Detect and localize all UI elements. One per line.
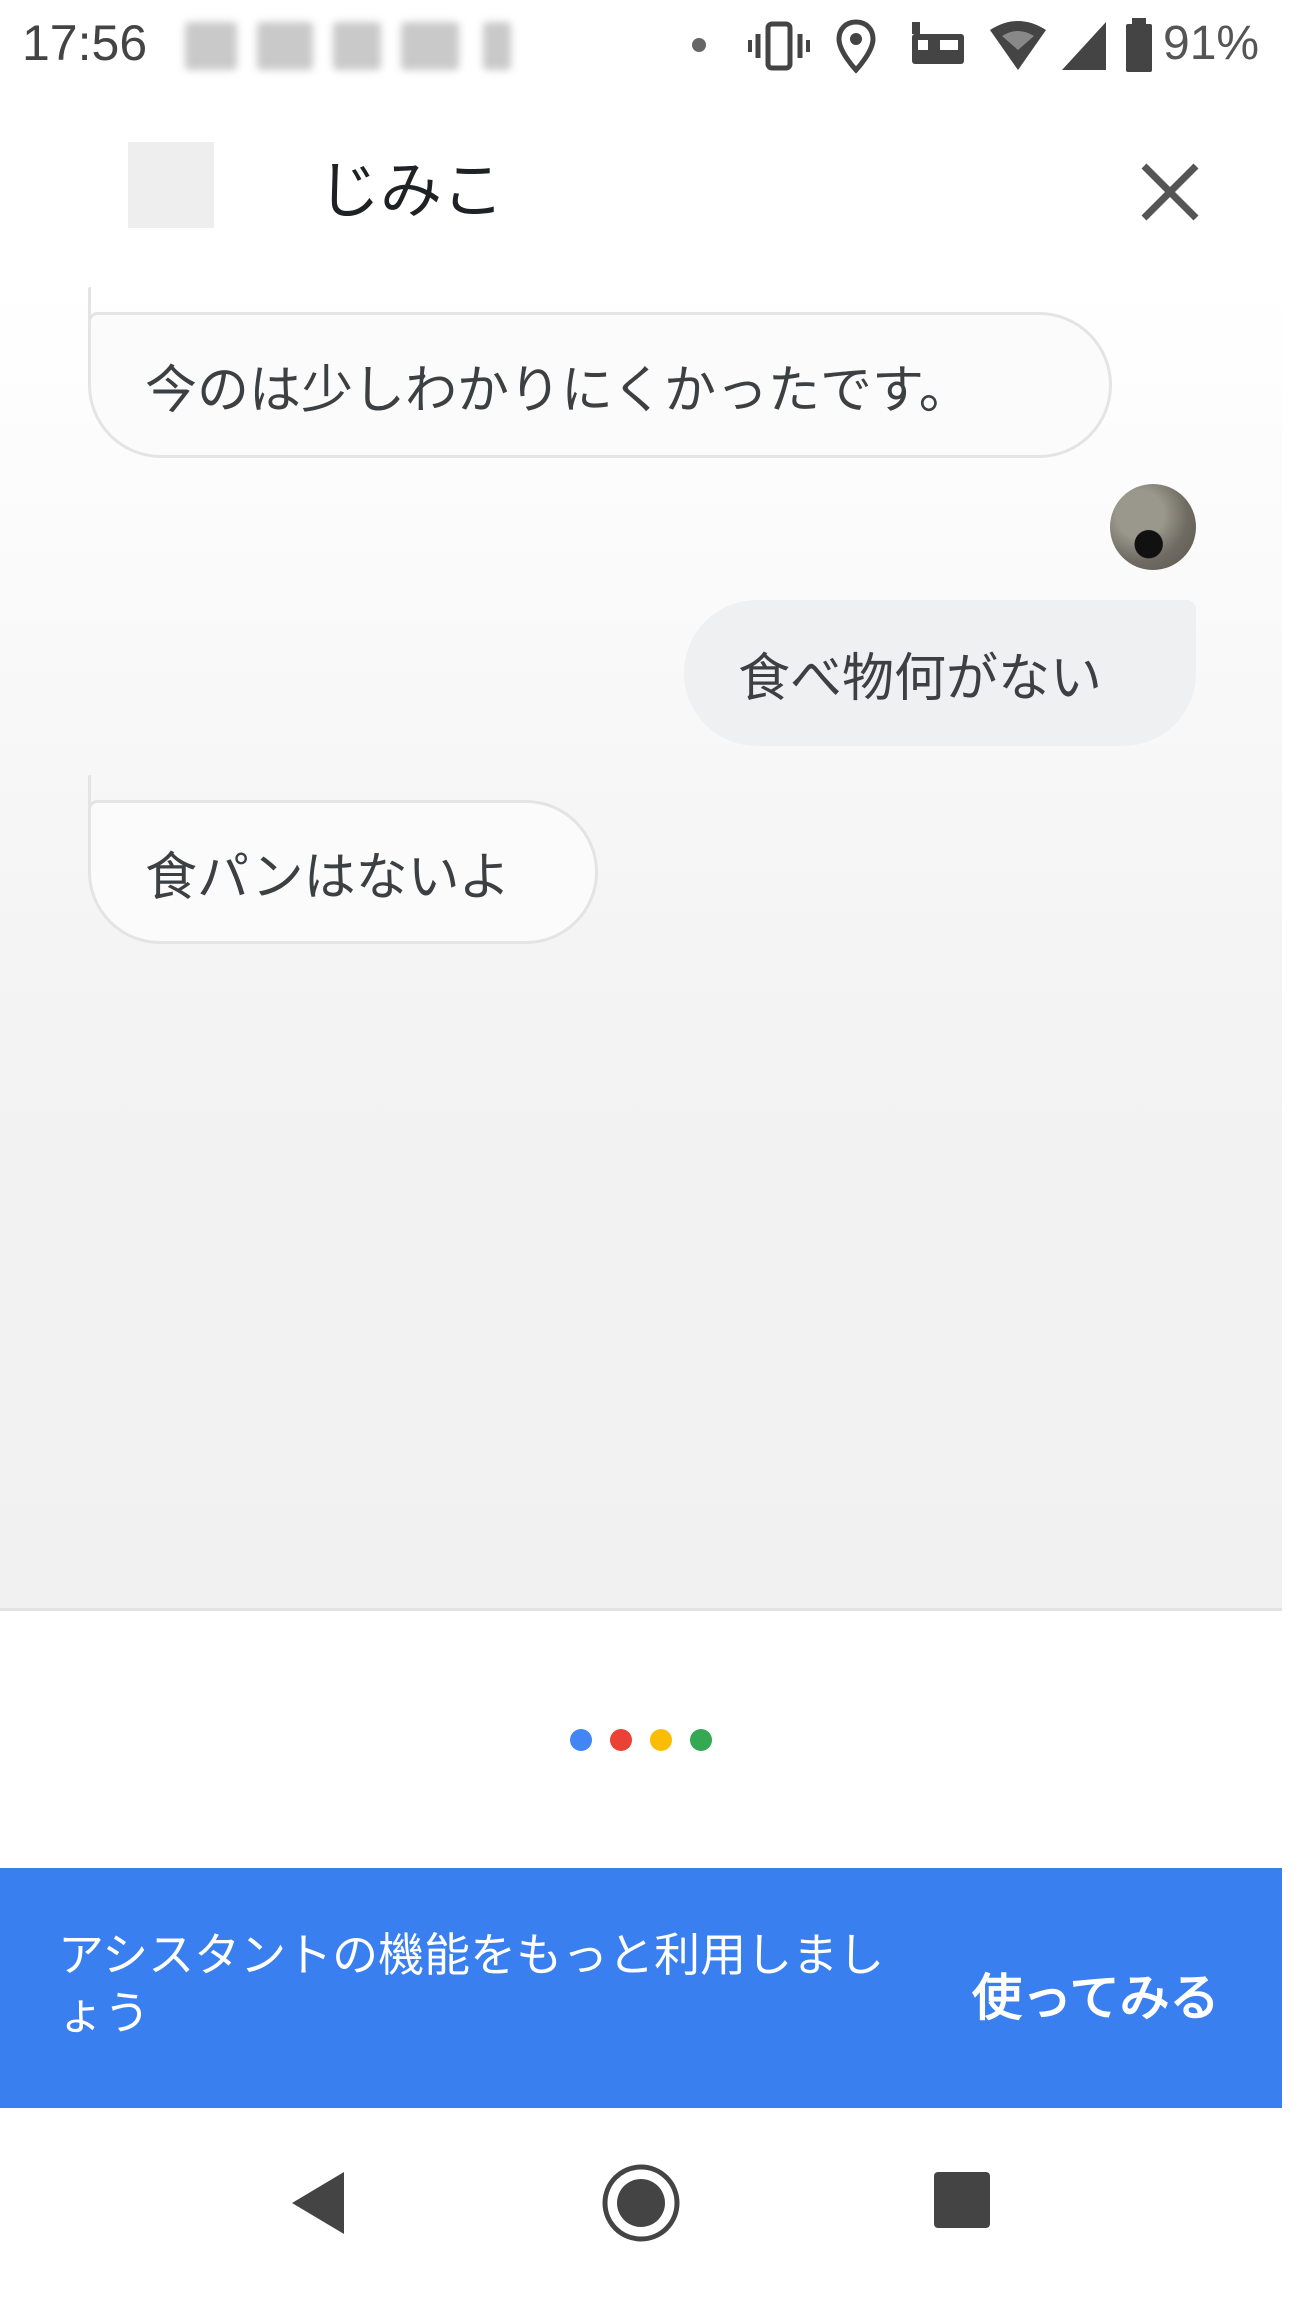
status-time: 17:56 xyxy=(22,15,148,71)
conversation-area[interactable]: 今のは少しわかりにくかったです。 食べ物何がない 食パンはないよ xyxy=(0,286,1282,1611)
notification-dot-icon xyxy=(692,38,706,52)
red-dot xyxy=(610,1729,632,1751)
user-message[interactable]: 食べ物何がない xyxy=(684,600,1196,746)
recent-apps-icon[interactable] xyxy=(934,2172,990,2228)
promo-text: アシスタントの機能をもっと利用しましょう xyxy=(58,1928,885,2040)
data-saver-icon xyxy=(912,22,964,64)
blue-dot xyxy=(570,1729,592,1751)
signal-icon xyxy=(1062,22,1106,70)
message-text: 食パンはないよ xyxy=(145,847,511,908)
assistant-dots-indicator[interactable] xyxy=(570,1729,720,1753)
user-avatar xyxy=(1110,484,1196,570)
assistant-name: じみこ xyxy=(318,154,505,227)
assistant-header: じみこ xyxy=(0,96,1300,286)
yellow-dot xyxy=(650,1729,672,1751)
back-icon[interactable] xyxy=(288,2168,348,2238)
status-bar: 17:56 91% xyxy=(0,0,1300,96)
home-icon[interactable] xyxy=(600,2162,682,2244)
wifi-icon xyxy=(990,21,1046,70)
battery-icon xyxy=(1126,18,1152,72)
try-it-button[interactable]: 使ってみる xyxy=(972,1958,1220,2030)
notification-icons-blurred xyxy=(185,18,565,74)
promo-banner: アシスタントの機能をもっと利用しましょう 使ってみる xyxy=(0,1868,1282,2108)
assistant-message: 食パンはないよ xyxy=(88,775,598,944)
message-text: 食べ物何がない xyxy=(738,648,1103,709)
close-icon xyxy=(1141,163,1199,221)
assistant-message: 今のは少しわかりにくかったです。 xyxy=(88,287,1112,458)
assistant-avatar xyxy=(128,142,214,228)
battery-percentage: 91% xyxy=(1163,17,1260,70)
system-nav-bar xyxy=(0,2108,1300,2311)
green-dot xyxy=(690,1729,712,1751)
close-button[interactable] xyxy=(1130,152,1210,232)
location-icon xyxy=(836,19,876,74)
vibrate-icon xyxy=(748,21,810,71)
message-text: 今のは少しわかりにくかったです。 xyxy=(145,360,971,421)
